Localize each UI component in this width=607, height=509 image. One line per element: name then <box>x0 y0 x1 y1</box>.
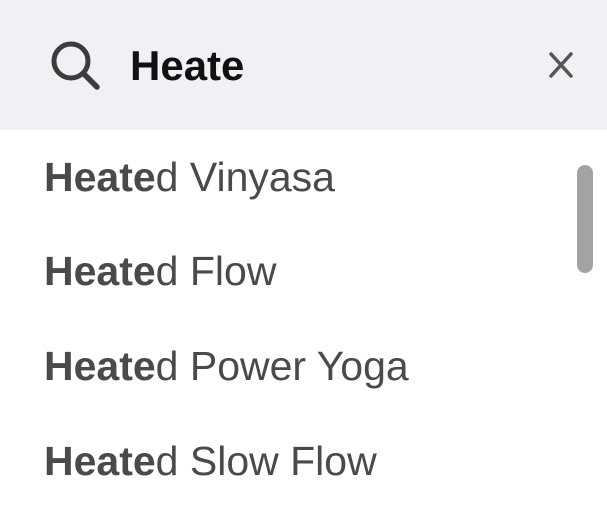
suggestion-item[interactable]: Heated Vinyasa <box>44 147 335 207</box>
suggestion-rest-text: d Flow <box>155 248 277 294</box>
suggestion-match-text: Heate <box>44 154 156 200</box>
search-bar <box>0 0 607 130</box>
close-icon <box>549 52 573 78</box>
suggestion-rest-text: d Slow Flow <box>155 438 377 484</box>
suggestion-rest-text: d Power Yoga <box>155 343 409 389</box>
search-input[interactable] <box>130 36 510 96</box>
clear-button[interactable] <box>538 40 584 90</box>
suggestion-match-text: Heate <box>44 438 156 484</box>
search-icon <box>48 38 102 92</box>
scrollbar-thumb[interactable] <box>577 165 593 273</box>
suggestion-list: Heated Vinyasa Heated Flow Heated Power … <box>0 130 607 509</box>
suggestion-match-text: Heate <box>44 248 156 294</box>
suggestion-item[interactable]: Heated Flow <box>44 241 276 301</box>
suggestion-item[interactable]: Heated Slow Flow <box>44 431 377 491</box>
suggestion-item[interactable]: Heated Power Yoga <box>44 336 409 396</box>
suggestion-rest-text: d Vinyasa <box>155 154 335 200</box>
suggestion-match-text: Heate <box>44 343 156 389</box>
